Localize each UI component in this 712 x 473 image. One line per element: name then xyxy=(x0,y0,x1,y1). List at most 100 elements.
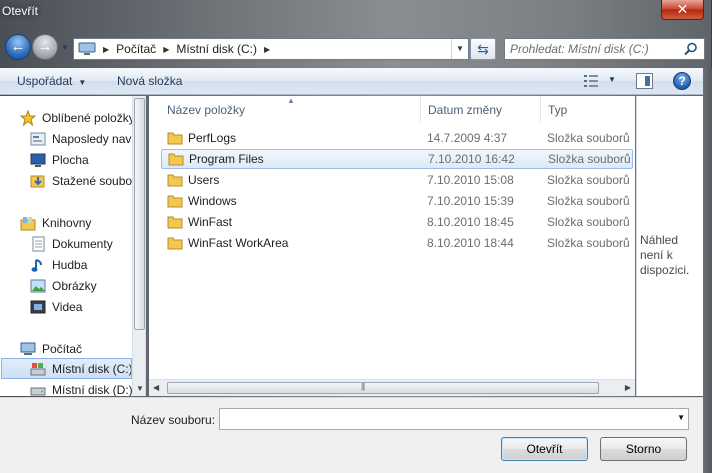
nav-item-recent[interactable]: Naposledy navštívené xyxy=(30,128,132,149)
chevron-right-icon[interactable]: ▶ xyxy=(163,45,169,54)
preview-message: Náhled není k dispozici. xyxy=(640,233,690,277)
chevron-right-icon[interactable]: ▶ xyxy=(264,45,270,54)
computer-icon xyxy=(20,342,36,355)
nav-item-label: Naposledy navštívené xyxy=(52,131,132,146)
file-date: 14.7.2009 4:37 xyxy=(427,131,508,145)
search-box[interactable] xyxy=(504,38,705,60)
back-button[interactable]: ← xyxy=(5,34,31,60)
filename-combobox[interactable]: ▼ xyxy=(219,408,689,430)
nav-scrollbar[interactable]: ▼ xyxy=(132,96,145,396)
nav-item-downloads[interactable]: Stažené soubory xyxy=(30,170,132,191)
navigation-pane: Oblíbené položky Naposledy navštívené Pl… xyxy=(0,96,146,396)
filename-label: Název souboru: xyxy=(131,413,216,427)
history-dropdown-icon[interactable]: ▼ xyxy=(61,43,69,52)
file-name: Windows xyxy=(188,194,237,208)
column-header-type[interactable]: Typ xyxy=(548,96,567,122)
column-divider[interactable] xyxy=(540,96,541,122)
search-icon[interactable] xyxy=(684,42,698,56)
address-dropdown-icon[interactable]: ▼ xyxy=(451,39,468,59)
refresh-icon: ⇆ xyxy=(477,41,489,57)
scrollbar-thumb[interactable] xyxy=(134,98,145,330)
file-date: 8.10.2010 18:45 xyxy=(427,215,514,229)
nav-item-videos[interactable]: Videa xyxy=(30,296,132,317)
horizontal-scrollbar[interactable]: ◀ ||| ▶ xyxy=(149,379,635,396)
folder-icon xyxy=(167,174,183,187)
scroll-down-icon[interactable]: ▼ xyxy=(136,384,144,393)
scrollbar-thumb[interactable] xyxy=(167,382,599,394)
new-folder-button[interactable]: Nová složka xyxy=(117,74,182,88)
nav-item-documents[interactable]: Dokumenty xyxy=(30,233,132,254)
file-name: WinFast xyxy=(188,215,233,229)
column-header-name[interactable]: Název položky xyxy=(167,96,245,122)
folder-icon xyxy=(167,216,183,229)
nav-item-libraries[interactable]: Knihovny xyxy=(20,212,145,233)
open-file-dialog: Otevřít ✕ ← → ▼ ▶ Počítač ▶ Místní disk … xyxy=(0,0,712,473)
file-type: Složka souborů xyxy=(547,194,630,208)
organize-button[interactable]: Uspořádat ▼ xyxy=(17,74,86,88)
search-input[interactable] xyxy=(510,41,682,57)
filename-input[interactable] xyxy=(224,411,664,427)
nav-item-drive-c[interactable]: Místní disk (C:) xyxy=(1,358,132,379)
file-type: Složka souborů xyxy=(548,152,631,166)
scroll-right-icon[interactable]: ▶ xyxy=(625,383,631,392)
computer-icon xyxy=(78,42,96,55)
pictures-icon xyxy=(30,279,46,292)
file-row-program-files[interactable]: Program Files 7.10.2010 16:42 Složka sou… xyxy=(161,149,633,169)
chevron-right-icon[interactable]: ▶ xyxy=(103,45,109,54)
file-date: 7.10.2010 15:39 xyxy=(427,194,514,208)
drive-icon xyxy=(30,387,46,395)
view-details-icon[interactable] xyxy=(583,74,599,88)
organize-label: Uspořádat xyxy=(17,74,73,88)
star-icon xyxy=(20,109,36,126)
file-type: Složka souborů xyxy=(547,215,630,229)
grip-icon: ||| xyxy=(361,382,365,391)
file-type: Složka souborů xyxy=(547,131,630,145)
arrow-right-icon: → xyxy=(37,38,53,55)
open-button[interactable]: Otevřít xyxy=(501,437,588,461)
nav-item-label: Místní disk (C:) xyxy=(52,361,132,376)
help-button[interactable]: ? xyxy=(673,72,691,90)
nav-item-label: Knihovny xyxy=(42,215,92,230)
preview-pane: Náhled není k dispozici. xyxy=(636,96,703,396)
nav-item-favorites[interactable]: Oblíbené položky xyxy=(20,107,145,128)
folder-icon xyxy=(167,132,183,145)
forward-button[interactable]: → xyxy=(32,34,58,60)
breadcrumb-drive-c[interactable]: Místní disk (C:) xyxy=(176,42,257,56)
file-row-winfast[interactable]: WinFast 8.10.2010 18:45 Složka souborů xyxy=(161,212,633,232)
breadcrumb-computer[interactable]: Počítač xyxy=(116,42,156,56)
refresh-button[interactable]: ⇆ xyxy=(470,38,496,60)
nav-item-music[interactable]: Hudba xyxy=(30,254,132,275)
file-row-windows[interactable]: Windows 7.10.2010 15:39 Složka souborů xyxy=(161,191,633,211)
chevron-down-icon[interactable]: ▼ xyxy=(677,413,685,422)
nav-item-pictures[interactable]: Obrázky xyxy=(30,275,132,296)
nav-item-label: Místní disk (D:) xyxy=(52,382,132,397)
sort-ascending-icon: ▲ xyxy=(287,96,295,105)
file-row-users[interactable]: Users 7.10.2010 15:08 Složka souborů xyxy=(161,170,633,190)
file-row-perflogs[interactable]: PerfLogs 14.7.2009 4:37 Složka souborů xyxy=(161,128,633,148)
folder-icon xyxy=(168,153,184,166)
desktop-icon xyxy=(30,153,46,167)
nav-item-label: Dokumenty xyxy=(52,236,113,251)
nav-item-label: Hudba xyxy=(52,257,88,272)
arrow-left-icon: ← xyxy=(10,38,26,55)
window-border xyxy=(703,68,712,473)
nav-item-drive-d[interactable]: Místní disk (D:) xyxy=(30,379,132,396)
file-row-winfast-workarea[interactable]: WinFast WorkArea 8.10.2010 18:44 Složka … xyxy=(161,233,633,253)
dialog-footer: Název souboru: ▼ Otevřít Storno xyxy=(0,397,703,473)
documents-icon xyxy=(32,236,45,251)
scroll-left-icon[interactable]: ◀ xyxy=(153,383,159,392)
column-header-date[interactable]: Datum změny xyxy=(428,96,502,122)
close-button[interactable]: ✕ xyxy=(661,0,704,20)
videos-icon xyxy=(30,300,46,313)
view-dropdown-icon[interactable]: ▼ xyxy=(608,75,616,84)
nav-item-computer[interactable]: Počítač xyxy=(20,338,145,359)
music-icon xyxy=(31,258,42,272)
file-name: Users xyxy=(188,173,220,187)
nav-item-label: Oblíbené položky xyxy=(42,110,135,125)
address-bar[interactable]: ▶ Počítač ▶ Místní disk (C:) ▶ ▼ xyxy=(73,38,469,60)
column-divider[interactable] xyxy=(420,96,421,122)
nav-item-desktop[interactable]: Plocha xyxy=(30,149,132,170)
preview-pane-toggle-icon[interactable] xyxy=(636,73,653,89)
title-bar[interactable]: Otevřít ✕ xyxy=(0,0,712,28)
cancel-button[interactable]: Storno xyxy=(600,437,687,461)
